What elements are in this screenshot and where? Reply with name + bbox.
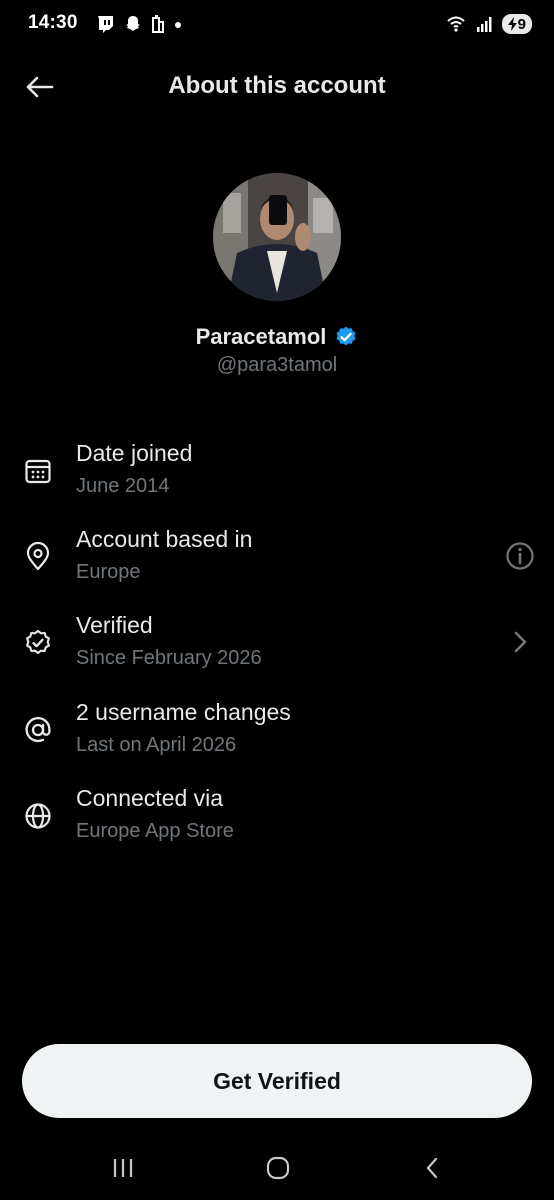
home-icon[interactable] xyxy=(258,1150,298,1186)
row-title: 2 username changes xyxy=(76,699,291,725)
verified-checkmark-icon[interactable] xyxy=(334,325,358,349)
at-sign-icon xyxy=(25,717,51,743)
snapchat-icon xyxy=(126,16,140,31)
battery-icon: 9 xyxy=(501,14,532,34)
location-pin-icon xyxy=(26,542,50,571)
display-name: Paracetamol xyxy=(195,324,327,349)
row-connected-via: Connected via Europe App Store xyxy=(0,785,554,855)
row-subtitle: Europe xyxy=(76,561,141,583)
row-verified[interactable]: Verified Since February 2026 xyxy=(0,612,554,682)
row-subtitle: Europe App Store xyxy=(76,820,234,842)
page-title: About this account xyxy=(168,72,386,99)
status-time: 14:30 xyxy=(28,12,78,33)
twitch-icon xyxy=(98,16,113,33)
avatar[interactable] xyxy=(213,173,341,301)
row-subtitle: Since February 2026 xyxy=(76,647,262,669)
row-date-joined: Date joined June 2014 xyxy=(0,440,554,510)
username: @para3tamol xyxy=(216,354,338,376)
charging-bolt-icon xyxy=(507,17,517,31)
app-icon xyxy=(152,15,164,33)
row-subtitle: Last on April 2026 xyxy=(76,734,237,756)
recents-icon[interactable] xyxy=(103,1150,143,1186)
battery-level: 9 xyxy=(517,15,526,33)
back-icon[interactable] xyxy=(412,1150,452,1186)
row-username-changes: 2 username changes Last on April 2026 xyxy=(0,699,554,769)
calendar-icon xyxy=(25,459,51,484)
row-subtitle: June 2014 xyxy=(76,475,170,497)
info-icon[interactable] xyxy=(504,540,536,572)
verified-badge-icon xyxy=(26,629,50,655)
signal-icon xyxy=(476,17,492,32)
status-system-icons: 9 xyxy=(446,14,532,34)
status-notification-icons xyxy=(95,14,183,34)
row-title: Account based in xyxy=(76,526,253,552)
dot-icon xyxy=(175,22,181,28)
row-account-based-in: Account based in Europe xyxy=(0,526,554,596)
row-title: Connected via xyxy=(76,785,224,811)
row-title: Verified xyxy=(76,612,153,638)
get-verified-button[interactable]: Get Verified xyxy=(22,1044,532,1118)
wifi-icon xyxy=(446,16,465,32)
globe-icon xyxy=(25,803,51,829)
row-title: Date joined xyxy=(76,440,193,466)
display-name-row: Paracetamol xyxy=(0,324,554,350)
chevron-right-icon[interactable] xyxy=(504,626,536,658)
